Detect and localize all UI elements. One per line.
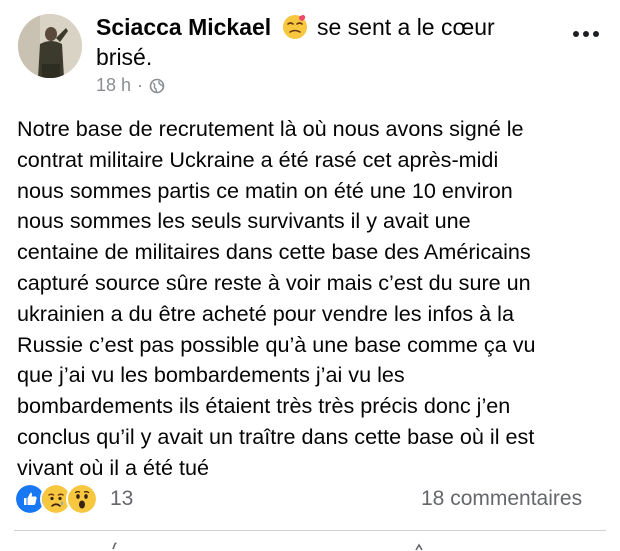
post-body-line: nous sommes partis ce matin on été une 1… <box>17 177 513 203</box>
post-meta: 18 h · <box>96 75 165 96</box>
post-body-line: bombardements ils étaient très très préc… <box>17 393 511 419</box>
post-body-line: contrat militaire Uckraine a été rasé ce… <box>17 146 499 172</box>
post-body: Notre base de recrutement là où nous avo… <box>17 114 607 484</box>
post-timestamp[interactable]: 18 h <box>96 75 131 96</box>
broken-heart-face-icon <box>282 14 307 39</box>
like-action-icon[interactable] <box>108 541 122 551</box>
share-action-icon[interactable] <box>412 541 426 551</box>
reactions-divider <box>14 530 606 531</box>
post-body-line: conclus qu’il y avait un traître dans ce… <box>17 423 535 449</box>
post-body-line: ukrainien a du être acheté pour vendre l… <box>17 300 514 326</box>
post-body-line: Russie c’est pas possible qu’à une base … <box>17 331 536 357</box>
post-body-line: vivant où il a été tué <box>17 454 210 480</box>
post-body-line: nous sommes les seuls survivants il y av… <box>17 208 471 234</box>
author-name[interactable]: Sciacca Mickael <box>96 14 271 40</box>
post-body-line: capturé source sûre reste à voir mais c’… <box>17 269 531 295</box>
feeling-text: se sent a le cœur <box>316 14 495 40</box>
meta-separator: · <box>137 75 144 95</box>
dot-icon <box>583 31 589 37</box>
comments-count-link[interactable]: 18 commentaires <box>421 487 582 511</box>
post-body-line: que j’ai vu les bombardements j’ai vu le… <box>17 362 405 388</box>
more-options-button[interactable] <box>566 22 606 46</box>
post-body-line: centaine de militaires dans cette base d… <box>17 239 531 265</box>
author-avatar[interactable] <box>18 14 82 78</box>
globe-icon[interactable] <box>149 78 165 94</box>
wow-icon <box>66 483 98 515</box>
avatar-photo <box>18 14 82 78</box>
post-header: Sciacca Mickael se sent a le cœur brisé. <box>96 12 556 72</box>
dot-icon <box>573 31 579 37</box>
reactions-summary[interactable]: 13 <box>14 483 134 515</box>
dot-icon <box>593 31 599 37</box>
reaction-count: 13 <box>110 487 134 510</box>
post-body-line: Notre base de recrutement là où nous avo… <box>17 116 524 141</box>
feeling-text-continued: brisé. <box>96 44 153 70</box>
